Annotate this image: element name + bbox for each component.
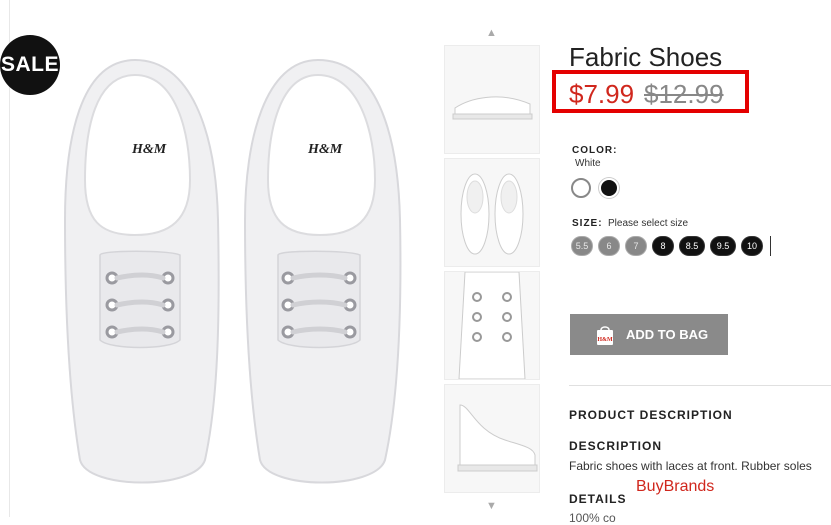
add-to-bag-label: ADD TO BAG <box>626 327 709 342</box>
color-label: COLOR: <box>572 145 618 156</box>
svg-text:H&M: H&M <box>307 142 343 157</box>
sale-badge: SALE <box>0 35 60 95</box>
shopping-bag-icon: H&M <box>597 325 613 345</box>
description-heading: DESCRIPTION <box>569 439 663 453</box>
main-product-image[interactable]: H&M H&M <box>40 20 435 500</box>
thumbnail-top-view[interactable] <box>444 158 540 267</box>
selected-color: White <box>575 158 601 169</box>
text-cursor <box>770 236 771 256</box>
description-text: Fabric shoes with laces at front. Rubber… <box>569 459 812 473</box>
svg-text:H&M: H&M <box>131 142 167 157</box>
left-shoe-illustration: H&M <box>63 58 220 484</box>
size-option[interactable]: 6 <box>598 236 620 256</box>
sale-price: $7.99 <box>569 79 635 109</box>
size-option[interactable]: 9.5 <box>710 236 736 256</box>
buybrands-watermark: BuyBrands <box>636 478 715 495</box>
details-heading: DETAILS <box>569 492 627 506</box>
thumbnail-heel-view[interactable] <box>444 384 540 493</box>
size-options: 5.5 6 7 8 8.5 9.5 10 <box>571 236 771 256</box>
color-swatch-white[interactable] <box>571 178 591 198</box>
size-option[interactable]: 8 <box>652 236 674 256</box>
right-shoe-illustration: H&M <box>243 58 402 484</box>
svg-text:H&M: H&M <box>597 337 613 343</box>
size-option[interactable]: 5.5 <box>571 236 593 256</box>
product-title: Fabric Shoes <box>569 42 723 72</box>
size-option[interactable]: 8.5 <box>679 236 705 256</box>
original-price: $12.99 <box>644 79 724 109</box>
section-divider <box>569 385 831 386</box>
thumbnail-laces-closeup[interactable] <box>444 271 540 380</box>
details-text: 100% co <box>569 511 616 525</box>
size-prompt: Please select size <box>608 218 689 229</box>
color-swatch-black[interactable] <box>599 178 619 198</box>
chevron-down-icon[interactable]: ▼ <box>486 500 497 512</box>
size-option[interactable]: 7 <box>625 236 647 256</box>
chevron-up-icon[interactable]: ▲ <box>486 27 497 39</box>
thumbnail-strip: ▲ ▼ <box>444 27 540 517</box>
thumbnail-side-view[interactable] <box>444 45 540 154</box>
size-option[interactable]: 10 <box>741 236 763 256</box>
add-to-bag-button[interactable]: H&M ADD TO BAG <box>570 314 728 355</box>
product-description-title: PRODUCT DESCRIPTION <box>569 408 733 422</box>
size-label: SIZE: <box>572 218 603 229</box>
